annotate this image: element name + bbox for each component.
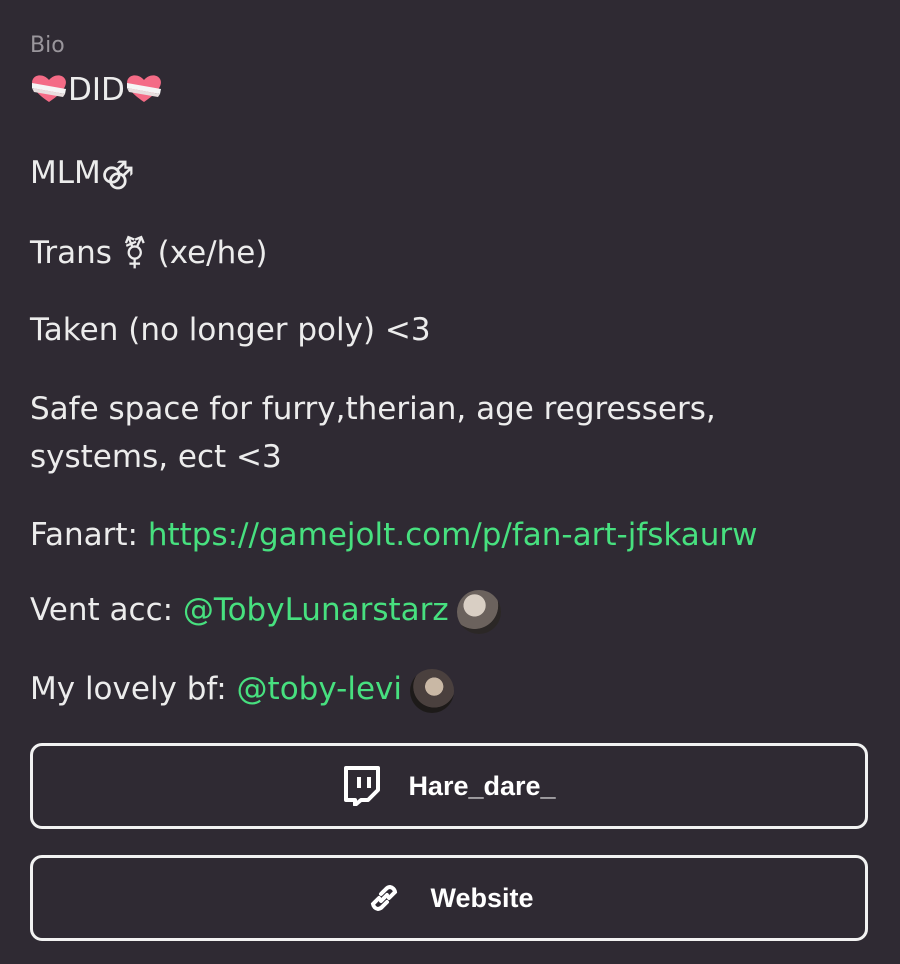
bio-line-fanart: Fanart: https://gamejolt.com/p/fan-art-j…	[30, 511, 758, 559]
website-link-button[interactable]: Website	[30, 855, 868, 941]
did-text: DID	[68, 72, 125, 108]
fanart-label: Fanart:	[30, 517, 148, 553]
bio-line-safe-space: Safe space for furry,therian, age regres…	[30, 391, 716, 427]
bf-mention-link[interactable]: @toby-levi	[237, 671, 402, 707]
mending-heart-icon	[126, 75, 161, 102]
bio-line-mlm: MLM⚣	[30, 155, 135, 191]
bio-heading: Bio	[30, 33, 65, 58]
twitch-link-button[interactable]: Hare_dare_	[30, 743, 868, 829]
profile-bio-section: Bio DID MLM⚣ Trans ⚧ (xe/he) Taken (no l…	[0, 0, 900, 964]
fanart-link[interactable]: https://gamejolt.com/p/fan-art-jfskaurw	[148, 517, 758, 553]
bio-line-taken: Taken (no longer poly) <3	[30, 312, 431, 348]
avatar[interactable]	[409, 668, 454, 713]
bio-line-safe-space-cont: systems, ect <3	[30, 439, 282, 475]
bio-line-did: DID	[30, 66, 163, 114]
twitch-icon	[342, 766, 382, 806]
website-link-label: Website	[430, 882, 534, 913]
mending-heart-icon	[32, 75, 66, 102]
bio-line-trans: Trans ⚧ (xe/he)	[30, 235, 268, 271]
bf-label: My lovely bf:	[30, 671, 237, 707]
twitch-link-label: Hare_dare_	[408, 770, 556, 801]
vent-mention-link[interactable]: @TobyLunarstarz	[183, 592, 449, 628]
vent-label: Vent acc:	[30, 592, 183, 628]
avatar[interactable]	[456, 589, 501, 634]
link-icon	[364, 878, 404, 918]
bio-line-bf: My lovely bf: @toby-levi	[30, 665, 454, 713]
bio-line-vent: Vent acc: @TobyLunarstarz	[30, 586, 501, 634]
